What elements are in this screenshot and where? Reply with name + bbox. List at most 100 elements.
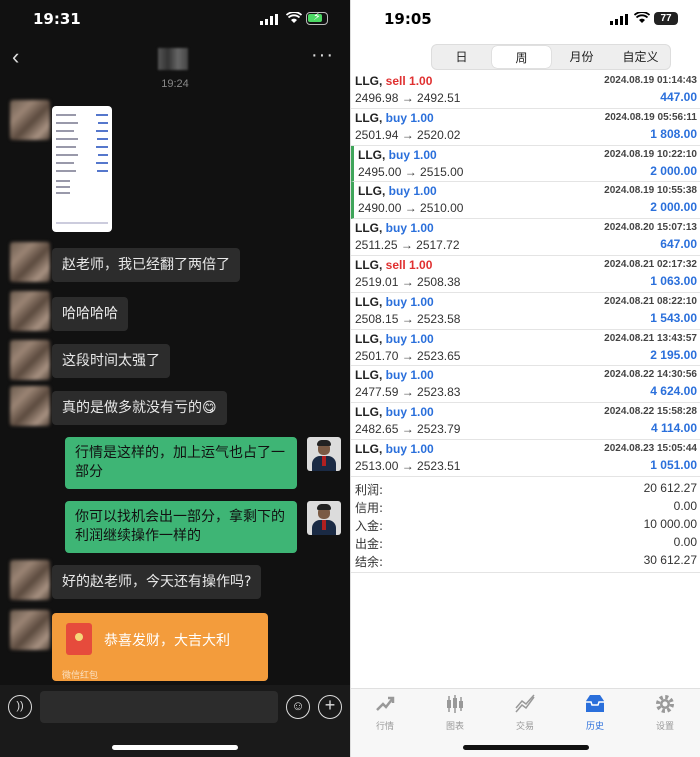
avatar[interactable] — [10, 100, 50, 140]
trade-symbol: LLG, — [355, 441, 383, 456]
trade-side-label: buy — [385, 221, 408, 236]
trade-date: 2024.08.22 14:30:56 — [604, 369, 697, 381]
trade-symbol: LLG, — [355, 368, 383, 383]
image-message[interactable] — [52, 106, 112, 232]
trade-profit: 4 624.00 — [650, 384, 697, 399]
avatar[interactable] — [10, 386, 50, 426]
trade-side: buy 1.00 — [386, 221, 434, 235]
trade-row[interactable]: LLG, buy 1.00 2024.08.21 13:43:57 2501.70 … — [351, 330, 700, 367]
trade-profit: 2 195.00 — [650, 347, 697, 362]
trade-lots: 1.00 — [410, 294, 434, 309]
home-indicator — [463, 745, 589, 750]
emoji-icon[interactable]: ☺ — [286, 695, 310, 719]
trade-lots: 1.00 — [410, 368, 434, 383]
message-bubble[interactable]: 赵老师，我已经翻了两倍了 — [52, 248, 240, 282]
message-bubble[interactable]: 好的赵老师，今天还有操作吗? — [52, 565, 262, 599]
chat-nav-bar: ‹ ··· — [0, 40, 350, 76]
battery-icon: 77 — [654, 12, 678, 25]
trade-row[interactable]: LLG, buy 1.00 2024.08.19 10:22:10 2495.00 … — [351, 145, 700, 183]
chat-screen: 19:31 ⚡ ‹ ··· 19:24 赵老师，我已经翻了两倍了 哈哈哈哈 这段… — [0, 0, 350, 757]
trade-profit: 447.00 — [660, 90, 697, 104]
trade-prices: 2511.25 → 2517.72 — [355, 238, 460, 253]
trade-header: LLG, buy 1.00 — [355, 442, 434, 456]
segment-month[interactable]: 月份 — [552, 45, 611, 69]
avatar[interactable] — [10, 242, 50, 282]
trade-header: LLG, buy 1.00 — [355, 295, 434, 309]
tab-label: 图表 — [445, 722, 464, 732]
wifi-icon — [634, 12, 650, 23]
trade-symbol: LLG, — [355, 110, 383, 125]
chevron-left-icon[interactable]: ‹ — [12, 44, 19, 70]
trade-row[interactable]: LLG, buy 1.00 2024.08.19 10:55:38 2490.00 … — [351, 182, 700, 220]
message-bubble[interactable]: 这段时间太强了 — [52, 344, 170, 378]
trade-profit: 2 000.00 — [650, 163, 697, 178]
trade-date: 2024.08.21 13:43:57 — [604, 332, 697, 344]
tab-quotes[interactable]: 行情 — [355, 693, 415, 732]
more-icon[interactable]: ··· — [311, 44, 334, 67]
summary-value: 30 612.27 — [643, 553, 697, 567]
trade-symbol: LLG, — [355, 331, 383, 346]
trade-prices: 2519.01 → 2508.38 — [355, 274, 461, 289]
settings-icon — [635, 693, 695, 717]
trade-lots: 1.00 — [410, 331, 434, 346]
summary-value: 20 612.27 — [643, 481, 697, 495]
history-screen: 19:05 77 日 周 月份 自定义 LLG, sell 1.00 2024.0… — [350, 0, 700, 757]
trade-row[interactable]: LLG, buy 1.00 2024.08.22 15:58:28 2482.65 … — [351, 403, 700, 440]
trade-row[interactable]: LLG, sell 1.00 2024.08.19 01:14:43 2496.98… — [351, 72, 700, 109]
segment-day[interactable]: 日 — [432, 45, 491, 69]
message-bubble[interactable]: 哈哈哈哈 — [52, 297, 128, 331]
trade-side: buy 1.00 — [386, 442, 434, 456]
segment-week[interactable]: 周 — [492, 46, 551, 68]
message-bubble-self[interactable]: 你可以找机会出一部分，拿剩下的利润继续操作一样的 — [65, 501, 297, 553]
avatar-self[interactable] — [307, 501, 341, 535]
message-bubble[interactable]: 真的是做多就没有亏的😋 — [52, 391, 227, 425]
tab-settings[interactable]: 设置 — [635, 693, 695, 732]
summary-section: 利润: 20 612.27 信用: 0.00 入金: 10 000.00 出金: 0.0… — [351, 480, 700, 570]
tab-label: 设置 — [655, 722, 674, 732]
trade-prices: 2490.00 → 2510.00 — [358, 201, 464, 216]
home-indicator — [112, 745, 238, 750]
tab-history[interactable]: 历史 — [565, 693, 625, 732]
red-packet-footer: 微信红包 — [62, 671, 99, 681]
message-input[interactable] — [40, 691, 278, 723]
trade-row[interactable]: LLG, buy 1.00 2024.08.20 15:07:13 2511.25 … — [351, 219, 700, 256]
avatar-self[interactable] — [307, 437, 341, 471]
quotes-icon — [355, 693, 415, 717]
voice-icon[interactable]: )) — [8, 695, 32, 719]
plus-icon[interactable]: + — [318, 695, 342, 719]
trade-row[interactable]: LLG, buy 1.00 2024.08.19 05:56:11 2501.94 … — [351, 109, 700, 146]
avatar[interactable] — [10, 291, 50, 331]
trade-header: LLG, buy 1.00 — [355, 111, 434, 125]
avatar[interactable] — [10, 560, 50, 600]
trade-side: buy 1.00 — [389, 184, 437, 198]
trade-row[interactable]: LLG, sell 1.00 2024.08.21 02:17:32 2519.01… — [351, 256, 700, 293]
message-bubble-self[interactable]: 行情是这样的，加上运气也占了一部分 — [65, 437, 297, 489]
trade-profit: 2 000.00 — [650, 200, 697, 215]
trade-symbol: LLG, — [358, 184, 386, 199]
trade-side-label: buy — [388, 147, 411, 162]
trade-row[interactable]: LLG, buy 1.00 2024.08.22 14:30:56 2477.59 … — [351, 366, 700, 404]
trade-prices: 2495.00 → 2515.00 — [358, 164, 464, 179]
trade-side-label: buy — [385, 331, 408, 346]
trade-side-label: buy — [385, 405, 408, 420]
red-packet-title: 恭喜发财，大吉大利 — [104, 633, 230, 649]
avatar[interactable] — [10, 610, 50, 650]
trade-row[interactable]: LLG, buy 1.00 2024.08.23 15:05:44 2513.00 … — [351, 440, 700, 477]
trade-header: LLG, buy 1.00 — [355, 405, 434, 419]
trade-profit: 4 114.00 — [650, 421, 697, 436]
tab-chart[interactable]: 图表 — [425, 693, 485, 732]
red-packet-message[interactable]: 恭喜发财，大吉大利 微信红包 — [52, 613, 268, 681]
avatar[interactable] — [10, 340, 50, 380]
trade-date: 2024.08.20 15:07:13 — [604, 222, 697, 234]
segment-custom[interactable]: 自定义 — [611, 45, 670, 69]
trade-profit: 1 808.00 — [650, 126, 697, 141]
trade-header: LLG, sell 1.00 — [355, 74, 432, 88]
trade-side-label: buy — [388, 184, 411, 199]
trade-profit: 1 051.00 — [650, 457, 697, 472]
tab-trade[interactable]: 交易 — [495, 693, 555, 732]
trade-lots: 1.00 — [409, 257, 433, 272]
trade-row[interactable]: LLG, buy 1.00 2024.08.21 08:22:10 2508.15 … — [351, 293, 700, 330]
trade-header: LLG, buy 1.00 — [358, 184, 437, 198]
history-icon — [565, 693, 625, 717]
trade-date: 2024.08.22 15:58:28 — [604, 406, 697, 418]
